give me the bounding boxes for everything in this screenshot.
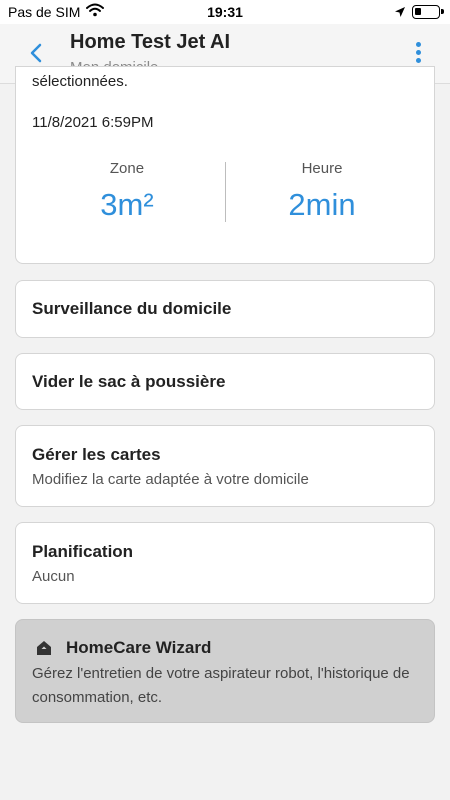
wizard-description: Gérez l'entretien de votre aspirateur ro… [32,665,410,706]
cleaning-history-card: sélectionnées. 11/8/2021 6:59PM Zone 3m²… [15,66,435,264]
zone-value: 3m² [100,187,154,222]
menu-item-sublabel: Modifiez la carte adaptée à votre domici… [32,471,309,488]
chevron-left-icon [30,43,42,63]
menu-item-home-surveillance[interactable]: Surveillance du domicile [15,280,435,338]
homecare-wizard-card[interactable]: HomeCare Wizard Gérez l'entretien de vot… [15,619,435,723]
menu-item-label: Planification [32,542,134,561]
location-arrow-icon [394,5,406,21]
status-bar: Pas de SIM 19:31 [0,0,450,24]
menu-item-label: Vider le sac à poussière [32,372,226,391]
time-label: Heure [301,160,343,177]
page-title: Home Test Jet AI [70,31,231,53]
home-icon [36,640,52,656]
history-datetime: 11/8/2021 6:59PM [32,114,154,131]
menu-item-schedule[interactable]: Planification Aucun [15,522,435,604]
menu-item-manage-maps[interactable]: Gérer les cartes Modifiez la carte adapt… [15,425,435,507]
status-time: 19:31 [207,4,243,20]
menu-item-sublabel: Aucun [32,568,75,585]
battery-icon [412,5,444,19]
back-button[interactable] [22,38,52,68]
time-value: 2min [288,187,356,222]
history-description: sélectionnées. [32,73,128,90]
wizard-title: HomeCare Wizard [66,638,212,657]
more-options-button[interactable] [414,42,422,66]
menu-item-empty-dust-bag[interactable]: Vider le sac à poussière [15,353,435,410]
menu-item-label: Gérer les cartes [32,445,161,464]
menu-item-label: Surveillance du domicile [32,299,232,318]
zone-label: Zone [109,160,145,177]
